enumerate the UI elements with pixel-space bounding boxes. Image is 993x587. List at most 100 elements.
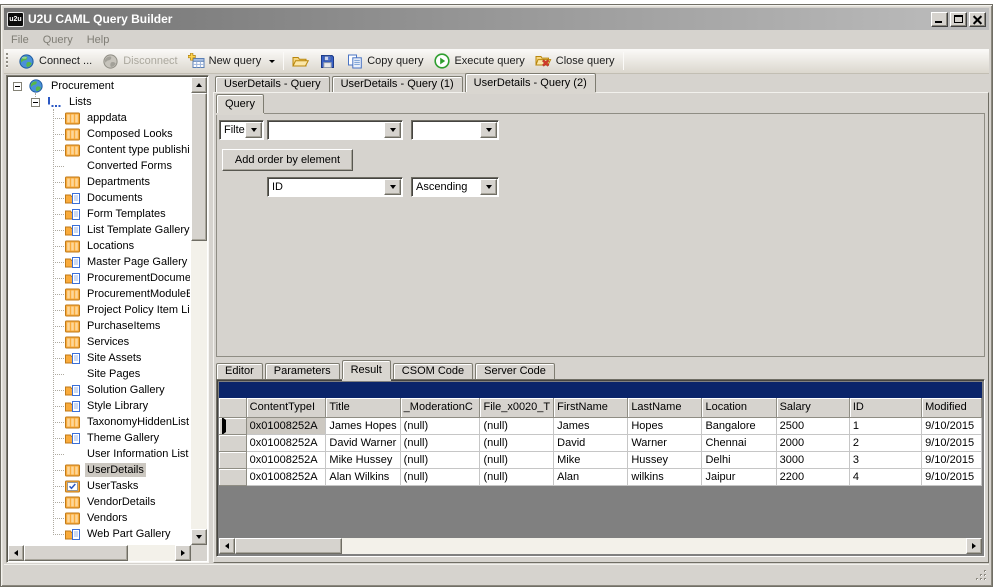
grid-horizontal-scrollbar[interactable] (219, 538, 982, 554)
tree-item-list-template-gallery[interactable]: List Template Gallery (9, 222, 190, 238)
filter-combobox[interactable]: Filter (219, 120, 264, 140)
menu-query[interactable]: Query (36, 32, 80, 48)
grid-cell[interactable]: David Warner (326, 434, 400, 451)
order-field-combobox[interactable]: ID (267, 177, 403, 197)
grid-cell[interactable]: (null) (480, 451, 554, 468)
grid-cell[interactable]: (null) (480, 468, 554, 485)
tree-horizontal-scrollbar[interactable] (8, 545, 191, 561)
toolbar-grip[interactable] (6, 53, 9, 69)
tree-item-user-information-list[interactable]: User Information List (9, 446, 190, 462)
tree-item-style-library[interactable]: Style Library (9, 398, 190, 414)
tree-item-project-policy-item-list[interactable]: Project Policy Item List (9, 302, 190, 318)
grid-cell[interactable]: Mike (554, 451, 628, 468)
scroll-left-button[interactable] (219, 538, 235, 554)
scroll-right-button[interactable] (175, 545, 191, 561)
tree-item-form-templates[interactable]: Form Templates (9, 206, 190, 222)
tree-item-wfpub[interactable]: wfpub (9, 542, 190, 544)
row-indicator-cell[interactable] (219, 468, 246, 485)
grid-cell[interactable]: 0x01008252A (246, 468, 326, 485)
grid-cell[interactable]: (null) (480, 434, 554, 451)
grid-cell[interactable]: 3 (849, 451, 921, 468)
grid-cell[interactable]: Chennai (702, 434, 776, 451)
column-header-contenttypei[interactable]: ContentTypeI (246, 398, 326, 417)
grid-cell[interactable]: James (554, 417, 628, 434)
order-direction-combobox[interactable]: Ascending (411, 177, 499, 197)
tree-item-documents[interactable]: Documents (9, 190, 190, 206)
grid-cell[interactable]: 9/10/2015 (922, 434, 982, 451)
toolbar-open-query-button[interactable] (287, 51, 314, 72)
grid-cell[interactable]: Jaipur (702, 468, 776, 485)
chevron-down-icon[interactable] (480, 179, 497, 195)
add-order-by-element-button[interactable]: Add order by element (222, 149, 353, 171)
grid-cell[interactable]: wilkins (628, 468, 702, 485)
tree-vertical-scrollbar[interactable] (191, 77, 207, 545)
grid-cell[interactable]: 9/10/2015 (922, 451, 982, 468)
tree-item-userdetails[interactable]: UserDetails (9, 462, 190, 478)
grid-cell[interactable]: 0x01008252A (246, 434, 326, 451)
row-indicator-cell[interactable] (219, 451, 246, 468)
tab-userdetails-query-2[interactable]: UserDetails - Query (2) (465, 73, 596, 92)
grid-cell[interactable]: (null) (400, 434, 480, 451)
grid-cell[interactable]: Delhi (702, 451, 776, 468)
grid-cell[interactable]: Alan (554, 468, 628, 485)
column-header-firstname[interactable]: FirstName (554, 398, 628, 417)
toolbar-copy-query-button[interactable]: Copy query (341, 51, 428, 72)
tree-item-site-assets[interactable]: Site Assets (9, 350, 190, 366)
tab-csom-code[interactable]: CSOM Code (393, 363, 473, 379)
toolbar-new-query-button[interactable]: New query (183, 51, 281, 72)
scrollbar-thumb[interactable] (235, 538, 342, 554)
tree-item-services[interactable]: Services (9, 334, 190, 350)
chevron-down-icon[interactable] (245, 122, 262, 138)
resize-grip-icon[interactable] (975, 569, 988, 582)
grid-cell[interactable]: Hussey (628, 451, 702, 468)
tree-item-taxonomyhiddenlist[interactable]: TaxonomyHiddenList (9, 414, 190, 430)
scrollbar-thumb[interactable] (24, 545, 128, 561)
tree-item-usertasks[interactable]: UserTasks (9, 478, 190, 494)
column-header-id[interactable]: ID (849, 398, 921, 417)
grid-cell[interactable]: 2000 (776, 434, 849, 451)
grid-cell[interactable]: 2 (849, 434, 921, 451)
tree-item-locations[interactable]: Locations (9, 238, 190, 254)
column-header-title[interactable]: Title (326, 398, 400, 417)
grid-cell[interactable]: 9/10/2015 (922, 417, 982, 434)
grid-cell[interactable]: (null) (480, 417, 554, 434)
tree-item-theme-gallery[interactable]: Theme Gallery (9, 430, 190, 446)
grid-cell[interactable]: 2200 (776, 468, 849, 485)
tree-item-procurement[interactable]: Procurement (9, 78, 190, 94)
grid-cell[interactable]: (null) (400, 468, 480, 485)
tree-item-converted-forms[interactable]: Converted Forms (9, 158, 190, 174)
filter-operator-combobox[interactable] (411, 120, 499, 140)
maximize-button[interactable] (950, 12, 967, 27)
grid-cell[interactable]: James Hopes (326, 417, 400, 434)
grid-cell[interactable]: Hopes (628, 417, 702, 434)
row-indicator-cell[interactable] (219, 417, 246, 434)
column-header-modified[interactable]: Modified (922, 398, 982, 417)
tree-item-departments[interactable]: Departments (9, 174, 190, 190)
tree-item-lists[interactable]: Lists (9, 94, 190, 110)
tree-item-purchaseitems[interactable]: PurchaseItems (9, 318, 190, 334)
column-header-salary[interactable]: Salary (776, 398, 849, 417)
grid-cell[interactable]: 0x01008252A (246, 451, 326, 468)
scrollbar-thumb[interactable] (191, 93, 207, 241)
grid-cell[interactable]: 2500 (776, 417, 849, 434)
tree-item-composed-looks[interactable]: Composed Looks (9, 126, 190, 142)
expander-minus-icon[interactable] (31, 98, 40, 107)
grid-cell[interactable]: Bangalore (702, 417, 776, 434)
scroll-up-button[interactable] (191, 77, 207, 93)
tree-item-solution-gallery[interactable]: Solution Gallery (9, 382, 190, 398)
tab-parameters[interactable]: Parameters (265, 363, 340, 379)
grid-cell[interactable]: 0x01008252A (246, 417, 326, 434)
tab-query[interactable]: Query (216, 94, 264, 113)
grid-cell[interactable]: Alan Wilkins (326, 468, 400, 485)
tree-item-procurementmoduleex[interactable]: ProcurementModuleEx (9, 286, 190, 302)
column-header-file-x0020-t[interactable]: File_x0020_T (480, 398, 554, 417)
grid-cell[interactable]: 9/10/2015 (922, 468, 982, 485)
column-header-location[interactable]: Location (702, 398, 776, 417)
grid-cell[interactable]: 4 (849, 468, 921, 485)
toolbar-close-query-button[interactable]: Close query (530, 51, 620, 72)
toolbar-save-query-button[interactable] (314, 51, 341, 72)
close-button[interactable] (969, 12, 986, 27)
tree-item-appdata[interactable]: appdata (9, 110, 190, 126)
grid-cell[interactable]: (null) (400, 417, 480, 434)
tree-item-vendors[interactable]: Vendors (9, 510, 190, 526)
